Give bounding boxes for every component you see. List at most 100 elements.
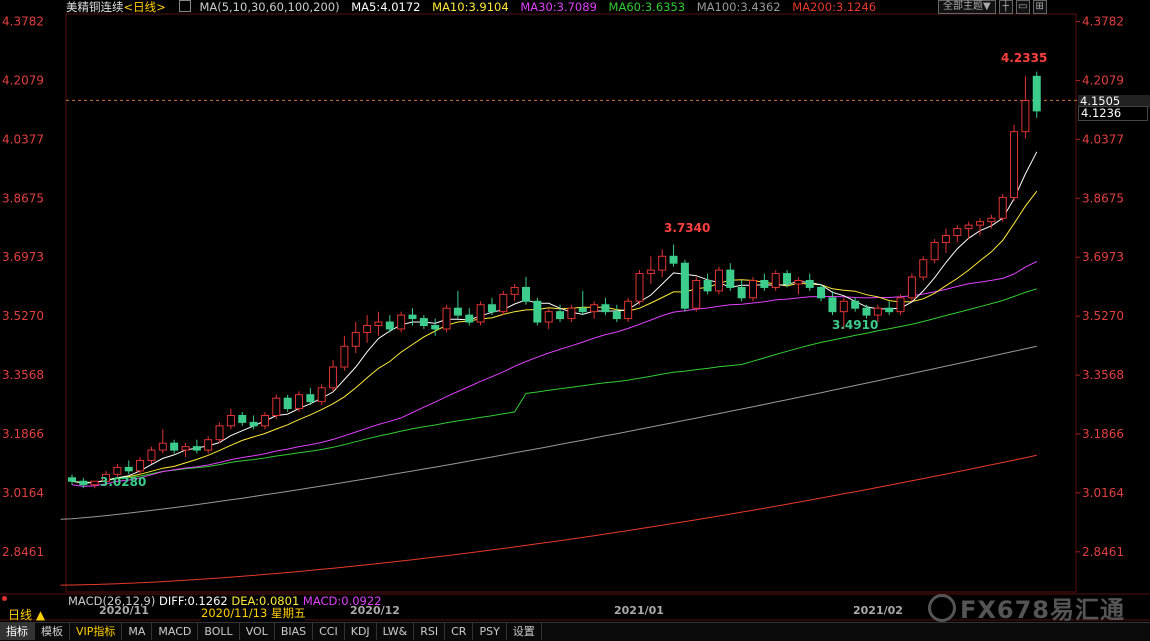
ma60-line <box>71 288 1037 484</box>
y-tick-label-right: 4.0377 <box>1082 132 1124 146</box>
candle-body <box>170 442 179 451</box>
y-tick-label-right: 4.2079 <box>1082 73 1124 87</box>
candle-body <box>703 280 712 292</box>
candle-body <box>612 311 621 320</box>
candle-body <box>192 446 201 451</box>
period-toggle[interactable]: 日线 ▲ <box>8 606 45 623</box>
grid-icon[interactable] <box>179 0 192 12</box>
candlestick-chart[interactable]: 4.3782 4.3782 4.2079 4.2079 4.0377 4.0377 3.86… <box>0 0 1150 640</box>
y-tick-label-left: 3.0164 <box>2 486 44 500</box>
candle-body <box>1021 100 1030 133</box>
tab-boll[interactable]: BOLL <box>198 623 240 640</box>
candle-body <box>306 394 315 403</box>
y-tick-label-right: 2.8461 <box>1082 545 1124 559</box>
candle-body <box>408 314 417 320</box>
candle-body <box>158 442 167 451</box>
window-icon[interactable]: ▭ <box>1015 0 1030 14</box>
expand-icon[interactable]: ⊞ <box>1032 0 1047 14</box>
candle-body <box>567 307 576 320</box>
tab-lw[interactable]: LW& <box>377 623 415 640</box>
tab-vol[interactable]: VOL <box>240 623 275 640</box>
candle-body <box>953 228 962 237</box>
period-label[interactable]: <日线> <box>124 0 166 14</box>
macd-header: MACD(26,12,9) DIFF:0.1262 DEA:0.0801 MAC… <box>0 594 1080 608</box>
ma200-line <box>60 454 1037 586</box>
crosshair-date: 2020/11/13 星期五 <box>201 605 306 621</box>
candle-body <box>136 459 145 472</box>
y-tick-label-right: 3.3568 <box>1082 368 1124 382</box>
candle-body <box>363 324 372 333</box>
ma5-value: MA5:4.0172 <box>351 0 421 14</box>
price-annotation: 4.2335 <box>1001 51 1047 65</box>
ma10-value: MA10:3.9104 <box>432 0 509 14</box>
price-annotation: 3.4910 <box>832 318 878 332</box>
logo-icon <box>928 594 956 622</box>
candle-body <box>805 280 814 288</box>
candle-body <box>669 255 678 264</box>
candle-body <box>635 273 644 302</box>
candle-body <box>499 293 508 313</box>
y-tick-label-right: 3.0164 <box>1082 486 1124 500</box>
candle-body <box>771 273 780 288</box>
candle-body <box>476 304 485 323</box>
tab-cci[interactable]: CCI <box>313 623 345 640</box>
y-tick-label-left: 3.8675 <box>2 191 44 205</box>
tab-indicator[interactable]: 指标 <box>0 623 35 640</box>
candle-body <box>385 321 394 330</box>
candle-body <box>862 307 871 316</box>
candle-body <box>760 280 769 288</box>
candle-body <box>283 397 292 410</box>
candle-body <box>260 414 269 427</box>
month-label: 2020/12 <box>350 604 400 617</box>
tab-kdj[interactable]: KDJ <box>345 623 377 640</box>
candle-body <box>453 307 462 316</box>
candle-body <box>749 280 757 299</box>
tab-ma[interactable]: MA <box>122 623 153 640</box>
candle-body <box>249 421 258 427</box>
y-tick-label-right: 3.8675 <box>1082 191 1124 205</box>
y-tick-label-right: 3.5270 <box>1082 309 1124 323</box>
y-tick-label-left: 4.3782 <box>2 15 44 29</box>
candle-body <box>828 297 837 313</box>
candle-body <box>147 449 156 461</box>
candle-body <box>431 324 440 330</box>
tab-macd[interactable]: MACD <box>152 623 199 640</box>
crosshair-icon[interactable]: ┼ <box>998 0 1013 14</box>
candle-body <box>998 196 1007 219</box>
y-tick-label-right: 4.3782 <box>1082 15 1124 29</box>
ma-params[interactable]: MA(5,10,30,60,100,200) <box>199 0 339 14</box>
candle-body <box>919 259 928 278</box>
candle-body <box>487 304 496 313</box>
candle-body <box>976 221 984 226</box>
ma30-value: MA30:3.7089 <box>520 0 597 14</box>
y-tick-label-left: 4.0377 <box>2 132 44 146</box>
month-label: 2021/01 <box>614 604 664 617</box>
price-annotation: 3.0280 <box>100 475 146 489</box>
candle-body <box>329 366 338 389</box>
candle-body <box>578 307 587 313</box>
candle-body <box>351 331 360 347</box>
candle-body <box>340 345 349 368</box>
candle-body <box>419 318 428 326</box>
theme-dropdown[interactable]: 全部主题▼ <box>938 0 996 14</box>
candle-body <box>215 425 224 441</box>
y-tick-label-right: 3.6973 <box>1082 250 1124 264</box>
tab-settings[interactable]: 设置 <box>507 623 542 640</box>
candle-body <box>907 276 916 299</box>
candle-body <box>896 297 905 313</box>
candle-body <box>465 314 474 323</box>
candle-body <box>272 397 281 416</box>
candle-body <box>295 394 303 410</box>
tab-bias[interactable]: BIAS <box>275 623 314 640</box>
month-label: 2020/11 <box>99 604 149 617</box>
y-tick-label-left: 2.8461 <box>2 545 44 559</box>
candle-body <box>941 235 950 243</box>
tab-rsi[interactable]: RSI <box>414 623 446 640</box>
candle-body <box>397 314 406 330</box>
tab-vip[interactable]: VIP指标 <box>70 623 123 640</box>
tab-psy[interactable]: PSY <box>473 623 507 640</box>
tab-template[interactable]: 模板 <box>35 623 70 640</box>
candle-body <box>692 280 701 309</box>
tab-cr[interactable]: CR <box>445 623 474 640</box>
y-tick-label-left: 4.2079 <box>2 73 44 87</box>
